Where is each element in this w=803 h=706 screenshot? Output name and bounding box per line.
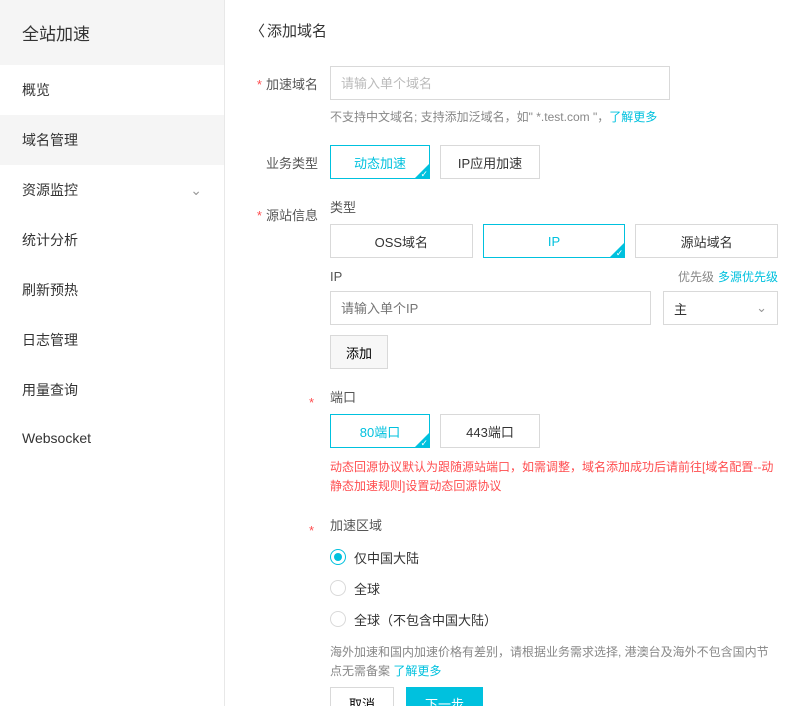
domain-label: 加速域名 <box>250 66 330 93</box>
domain-hint: 不支持中文域名; 支持添加泛域名，如" *.test.com "，了解更多 <box>330 108 778 127</box>
origin-ip-input[interactable] <box>330 291 651 325</box>
origin-type-label: 类型 <box>330 197 778 216</box>
cancel-button[interactable]: 取消 <box>330 687 394 706</box>
port-label-marker <box>250 387 330 410</box>
priority-label: 优先级 <box>678 270 714 284</box>
sidebar-item-overview[interactable]: 概览 <box>0 65 224 115</box>
sidebar-item-refresh[interactable]: 刷新预热 <box>0 265 224 315</box>
origin-ip-label: IP <box>330 269 342 284</box>
domain-input[interactable] <box>330 66 670 100</box>
domain-learn-more-link[interactable]: 了解更多 <box>609 110 657 124</box>
region-china[interactable]: 仅中国大陆 <box>330 542 778 573</box>
region-hint: 海外加速和国内加速价格有差别，请根据业务需求选择, 港澳台及海外不包含国内节点无… <box>330 643 778 681</box>
priority-link[interactable]: 多源优先级 <box>718 270 778 284</box>
biztype-label: 业务类型 <box>250 145 330 172</box>
port-warning: 动态回源协议默认为跟随源站端口，如需调整，域名添加成功后请前往[域名配置--动静… <box>330 458 778 496</box>
port-443[interactable]: 443端口 <box>440 414 540 448</box>
biztype-ipapp[interactable]: IP应用加速 <box>440 145 540 179</box>
sidebar-item-resource[interactable]: 资源监控⌄ <box>0 165 224 215</box>
sidebar-title: 全站加速 <box>0 0 224 65</box>
region-global[interactable]: 全球 <box>330 573 778 604</box>
main-content: 〈 添加域名 加速域名 不支持中文域名; 支持添加泛域名，如" *.test.c… <box>225 0 803 706</box>
region-label: 加速区域 <box>330 515 778 534</box>
add-origin-button[interactable]: 添加 <box>330 335 388 369</box>
chevron-down-icon: ⌄ <box>756 300 767 316</box>
sidebar-item-stats[interactable]: 统计分析 <box>0 215 224 265</box>
page-title: 〈 添加域名 <box>250 20 778 41</box>
region-learn-more-link[interactable]: 了解更多 <box>393 664 441 678</box>
radio-icon <box>330 580 346 596</box>
origin-type-domain[interactable]: 源站域名 <box>635 224 778 258</box>
origin-type-ip[interactable]: IP <box>483 224 626 258</box>
sidebar: 全站加速 概览 域名管理 资源监控⌄ 统计分析 刷新预热 日志管理 用量查询 W… <box>0 0 225 706</box>
sidebar-item-websocket[interactable]: Websocket <box>0 415 224 461</box>
port-80[interactable]: 80端口 <box>330 414 430 448</box>
radio-icon <box>330 611 346 627</box>
origin-type-oss[interactable]: OSS域名 <box>330 224 473 258</box>
sidebar-item-domain[interactable]: 域名管理 <box>0 115 224 165</box>
radio-icon <box>330 549 346 565</box>
region-global-exchina[interactable]: 全球（不包含中国大陆） <box>330 604 778 635</box>
origin-label: 源站信息 <box>250 197 330 224</box>
port-label: 端口 <box>330 387 778 406</box>
next-button[interactable]: 下一步 <box>406 687 483 706</box>
sidebar-item-logs[interactable]: 日志管理 <box>0 315 224 365</box>
origin-priority-select[interactable]: 主 ⌄ <box>663 291 778 325</box>
sidebar-item-usage[interactable]: 用量查询 <box>0 365 224 415</box>
region-label-marker <box>250 515 330 538</box>
biztype-dynamic[interactable]: 动态加速 <box>330 145 430 179</box>
chevron-down-icon: ⌄ <box>190 182 202 199</box>
back-icon[interactable]: 〈 <box>250 20 265 41</box>
